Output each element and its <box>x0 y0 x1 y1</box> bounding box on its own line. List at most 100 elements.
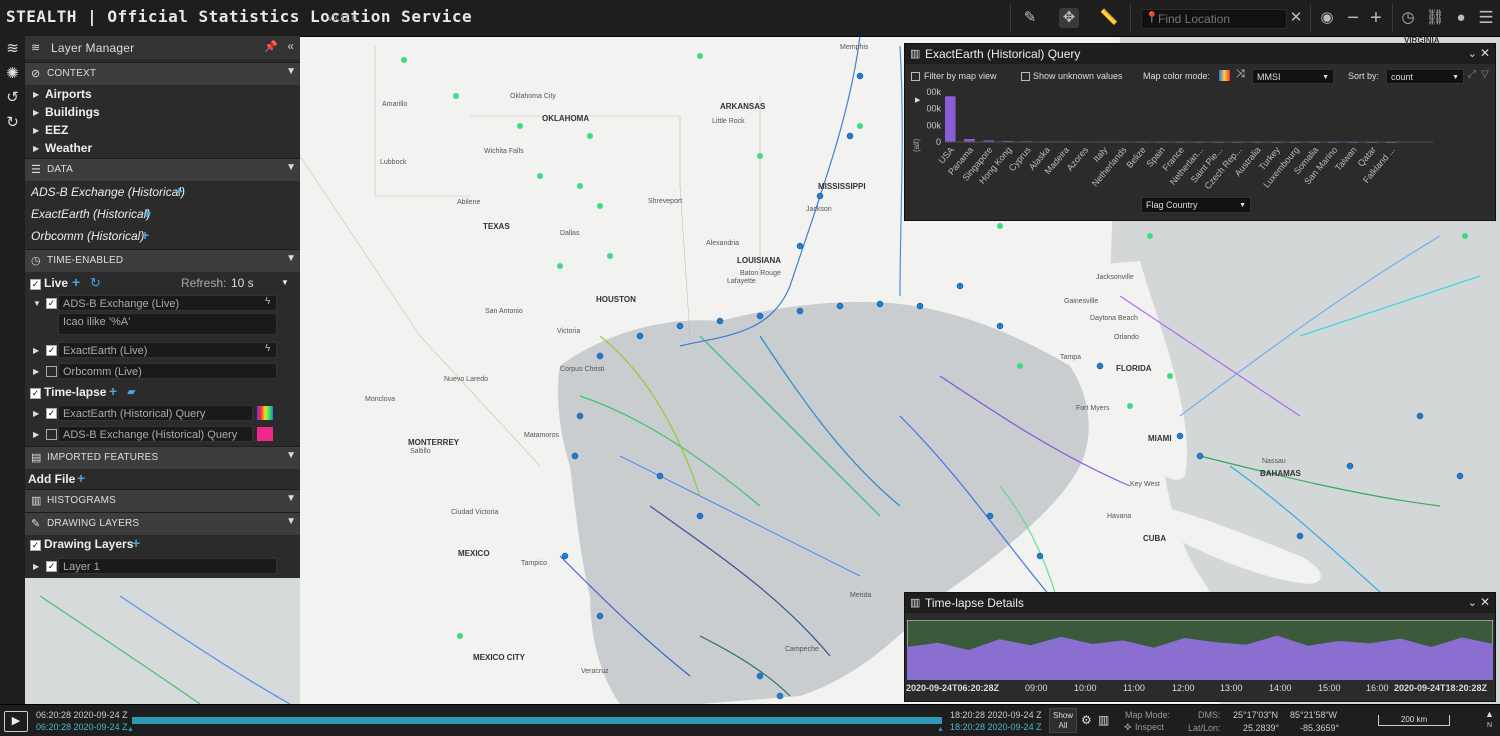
clock-icon: ◷ <box>31 255 41 267</box>
pin-panel-icon[interactable]: 📌 <box>264 40 278 53</box>
map-mode-value[interactable]: Inspect <box>1135 722 1164 732</box>
imported-section-header[interactable]: ▤ IMPORTED FEATURES ▼ <box>25 446 300 469</box>
timeline-start-handle[interactable]: ▲ <box>127 726 134 733</box>
timeline-end-handle[interactable]: ▲ <box>937 726 944 733</box>
chevron-down-icon[interactable]: ⌄ <box>1468 596 1477 609</box>
refresh-icon[interactable]: ↻ <box>90 275 101 291</box>
close-icon[interactable]: ✕ <box>1480 595 1490 609</box>
layer-name-field[interactable]: ADS-B Exchange (Live) <box>58 295 277 311</box>
add-icon[interactable]: + <box>175 183 183 199</box>
shuffle-icon[interactable]: ⤨ <box>1236 68 1245 81</box>
drawing-checkbox[interactable]: ✓ <box>30 540 41 551</box>
add-icon[interactable]: + <box>143 205 151 221</box>
play-button[interactable]: ▶ <box>4 711 28 732</box>
caret-right-icon[interactable]: ▶ <box>33 430 39 439</box>
compass-icon: ⊘ <box>31 68 41 80</box>
caret-right-icon[interactable]: ▶ <box>33 562 39 571</box>
globe-icon[interactable]: ◉ <box>1317 8 1337 28</box>
folder-icon[interactable]: ▰ <box>127 385 135 398</box>
palette-icon[interactable]: ✺ <box>3 64 22 83</box>
color-mode-value: MMSI <box>1257 72 1281 82</box>
caret-down-icon[interactable]: ▼ <box>33 299 41 308</box>
caret-right-icon[interactable]: ▶ <box>33 346 39 355</box>
query-text-field[interactable]: Icao ilike '%A' <box>58 313 277 335</box>
timelapse-checkbox[interactable]: ✓ <box>30 388 41 399</box>
drawing-group-row: ✓ Drawing Layers + <box>25 535 300 555</box>
color-ramp-icon[interactable] <box>1219 70 1230 81</box>
chevron-down-icon[interactable]: ⌄ <box>1468 47 1477 60</box>
timelapse-area-chart[interactable] <box>907 620 1493 680</box>
layer-checkbox[interactable] <box>46 429 57 440</box>
gear-icon[interactable]: ⚙ <box>1081 713 1092 727</box>
field-select[interactable]: Flag Country ▼ <box>1141 197 1251 213</box>
history-icon[interactable]: ↺ <box>3 88 22 107</box>
show-all-button[interactable]: Show All <box>1049 708 1077 733</box>
sort-by-select[interactable]: count ▼ <box>1386 69 1464 84</box>
layer-checkbox[interactable]: ✓ <box>46 298 57 309</box>
layer-checkbox[interactable]: ✓ <box>46 561 57 572</box>
filter-by-map-checkbox[interactable] <box>911 72 920 81</box>
find-location-input[interactable] <box>1156 11 1285 27</box>
data-item-orbcomm[interactable]: Orbcomm (Historical) + <box>25 227 300 247</box>
layer-checkbox[interactable]: ✓ <box>46 345 57 356</box>
clock-icon[interactable]: ◷ <box>1398 8 1418 28</box>
zoom-out-icon[interactable]: − <box>1343 8 1363 28</box>
context-section-header[interactable]: ⊘ CONTEXT ▼ <box>25 62 300 85</box>
live-checkbox[interactable]: ✓ <box>30 279 41 290</box>
map-label-oklahoma: OKLAHOMA <box>542 114 590 123</box>
add-icon[interactable]: + <box>109 383 117 399</box>
history-alt-icon[interactable]: ↻ <box>3 113 22 132</box>
timeline-track[interactable] <box>132 717 942 724</box>
layer-checkbox[interactable]: ✓ <box>46 408 57 419</box>
context-item-weather[interactable]: ▶ Weather <box>25 141 300 159</box>
add-icon[interactable]: + <box>77 470 85 486</box>
ruler-icon[interactable]: 📏 <box>1099 8 1119 28</box>
collapse-panel-icon[interactable]: « <box>287 39 294 53</box>
context-item-airports[interactable]: ▶ Airports <box>25 87 300 105</box>
caret-right-icon[interactable]: ▶ <box>915 96 920 104</box>
find-location-field[interactable]: 📍 <box>1141 9 1287 29</box>
layer-name-field[interactable]: ExactEarth (Historical) Query <box>58 405 253 421</box>
layer-checkbox[interactable] <box>46 366 57 377</box>
menu-icon[interactable]: ☰ <box>1476 8 1496 28</box>
layer-name-field[interactable]: Orbcomm (Live) <box>58 363 277 379</box>
caret-right-icon[interactable]: ▶ <box>33 409 39 418</box>
pencil-icon[interactable]: ✎ <box>1020 8 1040 28</box>
drawing-section-header[interactable]: ✎ DRAWING LAYERS ▼ <box>25 512 300 535</box>
color-mode-select[interactable]: MMSI ▼ <box>1252 69 1334 84</box>
north-arrow-icon[interactable]: ▲ <box>1485 709 1494 719</box>
layer-name-field[interactable]: ExactEarth (Live) <box>58 342 277 358</box>
bar-chart-icon[interactable]: ▥ <box>1098 713 1109 727</box>
link-icon[interactable]: ⛓ <box>1425 8 1445 28</box>
add-icon[interactable]: + <box>132 535 140 551</box>
data-item-adsb[interactable]: ADS-B Exchange (Historical) + <box>25 183 300 203</box>
user-icon[interactable]: ● <box>1451 8 1471 28</box>
show-unknown-checkbox[interactable] <box>1021 72 1030 81</box>
zoom-in-icon[interactable]: + <box>1366 8 1386 28</box>
histograms-section-header[interactable]: ▥ HISTOGRAMS ▼ <box>25 489 300 512</box>
layers-icon[interactable]: ≋ <box>3 39 22 58</box>
caret-right-icon[interactable]: ▶ <box>33 367 39 376</box>
city-gainesville: Gainesville <box>1064 298 1099 305</box>
add-file-row[interactable]: Add File + <box>25 470 300 490</box>
clear-icon[interactable]: ✕ <box>1286 8 1306 28</box>
filter-icon[interactable]: ▽ <box>1481 69 1489 80</box>
query-panel-header[interactable]: ▥ ExactEarth (Historical) Query ⌄ ✕ <box>905 44 1495 64</box>
data-section-header[interactable]: ☰ DATA ▼ <box>25 158 300 181</box>
data-item-exactearth[interactable]: ExactEarth (Historical) + <box>25 205 300 225</box>
time-enabled-section-header[interactable]: ◷ TIME-ENABLED ▼ <box>25 249 300 272</box>
expand-icon[interactable]: ⤢ <box>1468 69 1476 80</box>
color-swatch[interactable] <box>257 427 273 441</box>
add-icon[interactable]: + <box>141 227 149 243</box>
timelapse-panel-header[interactable]: ▥ Time-lapse Details ⌄ ✕ <box>905 593 1495 613</box>
add-icon[interactable]: + <box>72 274 80 290</box>
refresh-select[interactable]: 10 s <box>231 276 254 290</box>
layer-name-field[interactable]: Layer 1 <box>58 558 277 574</box>
move-icon[interactable]: ✥ <box>1059 8 1079 28</box>
context-item-eez[interactable]: ▶ EEZ <box>25 123 300 141</box>
timeline-range[interactable] <box>132 717 942 724</box>
layer-name-field[interactable]: ADS-B Exchange (Historical) Query <box>58 426 253 442</box>
color-ramp-swatch[interactable] <box>257 406 273 420</box>
context-item-buildings[interactable]: ▶ Buildings <box>25 105 300 123</box>
close-icon[interactable]: ✕ <box>1480 46 1490 60</box>
